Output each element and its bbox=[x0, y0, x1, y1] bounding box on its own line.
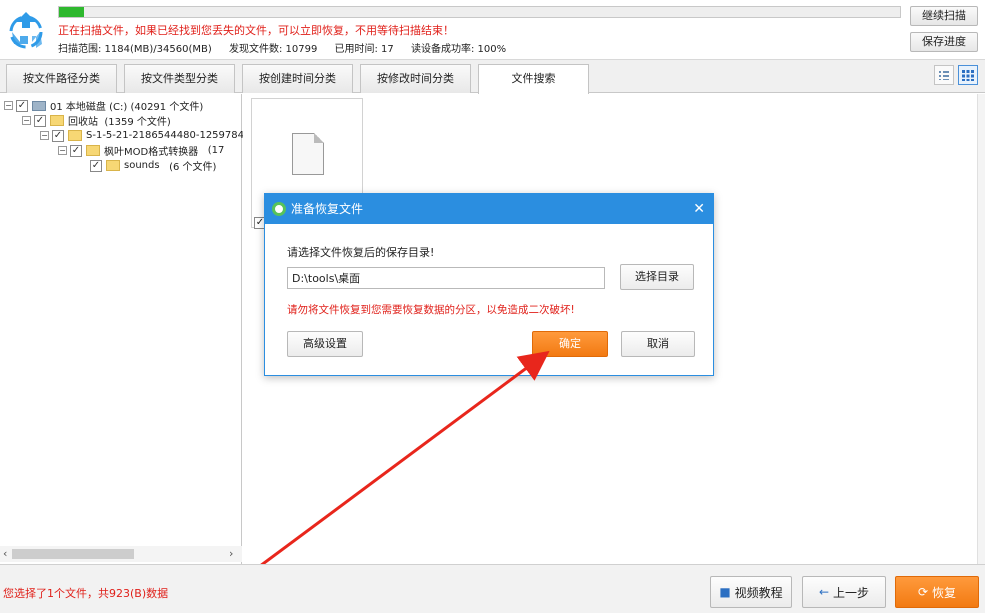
continue-scan-button[interactable]: 继续扫描 bbox=[910, 6, 978, 26]
advanced-settings-button[interactable]: 高级设置 bbox=[287, 331, 363, 357]
tab-by-path[interactable]: 按文件路径分类 bbox=[6, 64, 117, 93]
tree-item-count: (1359 个文件) bbox=[104, 117, 171, 128]
tab-by-modified-time[interactable]: 按修改时间分类 bbox=[360, 64, 471, 93]
dialog-prompt: 请选择文件恢复后的保存目录! bbox=[287, 246, 435, 259]
tree-item-recycle-bin[interactable]: − ✓ 回收站 (1359 个文件) bbox=[22, 113, 171, 128]
tree-item-label: 01 本地磁盘 (C:) bbox=[50, 102, 128, 113]
tab-file-search[interactable]: 文件搜索 bbox=[478, 64, 589, 94]
tree-item-label: 回收站 bbox=[68, 117, 98, 128]
recover-label: 恢复 bbox=[932, 585, 957, 600]
refresh-icon: ⟳ bbox=[917, 585, 929, 599]
collapse-icon[interactable]: − bbox=[22, 116, 31, 125]
tree-item-mod-converter[interactable]: − ✓ 枫叶MOD格式转换器 (17 bbox=[58, 143, 224, 158]
tab-bar: 按文件路径分类 按文件类型分类 按创建时间分类 按修改时间分类 文件搜索 bbox=[0, 60, 985, 94]
folder-icon bbox=[50, 115, 64, 126]
tree-item-count: (6 个文件) bbox=[169, 162, 217, 173]
collapse-icon[interactable]: − bbox=[4, 101, 13, 110]
scan-stats: 扫描范围: 1184(MB)/34560(MB) 发现文件数: 10799 已用… bbox=[58, 40, 520, 55]
folder-icon bbox=[68, 130, 82, 141]
tab-by-type[interactable]: 按文件类型分类 bbox=[124, 64, 235, 93]
save-progress-button[interactable]: 保存进度 bbox=[910, 32, 978, 52]
header: 正在扫描文件，如果已经找到您丢失的文件，可以立即恢复，不用等待扫描结束！ 扫描范… bbox=[0, 0, 985, 60]
scan-progress-fill bbox=[59, 7, 85, 17]
choose-directory-button[interactable]: 选择目录 bbox=[620, 264, 694, 290]
tree-item-count: (17 bbox=[207, 145, 225, 156]
folder-icon bbox=[86, 145, 100, 156]
tab-by-created-time[interactable]: 按创建时间分类 bbox=[242, 64, 353, 93]
list-view-icon[interactable] bbox=[934, 65, 954, 85]
scroll-thumb[interactable] bbox=[12, 549, 134, 559]
file-icon bbox=[292, 133, 324, 175]
save-path-input[interactable] bbox=[287, 267, 605, 289]
tree-item-label: 枫叶MOD格式转换器 bbox=[104, 147, 199, 158]
tree-item-sid-folder[interactable]: − ✓ S-1-5-21-2186544480-12597845 bbox=[40, 128, 250, 143]
found-files: 发现文件数: 10799 bbox=[228, 44, 318, 55]
tree-horizontal-scrollbar[interactable]: ‹ › bbox=[0, 546, 242, 562]
scroll-right-icon[interactable]: › bbox=[229, 547, 233, 560]
elapsed-time: 已用时间: 17 bbox=[334, 44, 394, 55]
checkbox-checked-icon[interactable]: ✓ bbox=[90, 159, 102, 172]
folder-tree: − ✓ 01 本地磁盘 (C:) (40291 个文件) − ✓ 回收站 (13… bbox=[0, 94, 250, 564]
dialog-title-bar: 准备恢复文件 ✕ bbox=[265, 194, 713, 224]
prev-step-button[interactable]: ← 上一步 bbox=[802, 576, 886, 608]
collapse-icon[interactable]: − bbox=[58, 146, 67, 155]
close-icon[interactable]: ✕ bbox=[693, 194, 705, 224]
drive-icon bbox=[32, 100, 46, 111]
folder-icon bbox=[106, 160, 120, 171]
tree-item-label: S-1-5-21-2186544480-12597845 bbox=[86, 130, 251, 141]
dialog-warning: 请勿将文件恢复到您需要恢复数据的分区，以免造成二次破坏! bbox=[287, 304, 575, 316]
checkbox-checked-icon[interactable]: ✓ bbox=[52, 129, 64, 142]
dialog-title: 准备恢复文件 bbox=[291, 202, 364, 216]
confirm-button[interactable]: 确定 bbox=[532, 331, 608, 357]
tree-item-drive-c[interactable]: − ✓ 01 本地磁盘 (C:) (40291 个文件) bbox=[4, 98, 203, 113]
grid-view-icon[interactable] bbox=[958, 65, 978, 85]
app-small-icon bbox=[272, 202, 286, 216]
checkbox-checked-icon[interactable]: ✓ bbox=[16, 99, 28, 112]
recover-dialog: 准备恢复文件 ✕ 请选择文件恢复后的保存目录! 选择目录 请勿将文件恢复到您需要… bbox=[264, 193, 714, 376]
recover-button[interactable]: ⟳ 恢复 bbox=[895, 576, 979, 608]
recycle-logo-icon bbox=[9, 12, 43, 49]
main-vertical-scrollbar[interactable] bbox=[977, 94, 985, 564]
video-tutorial-label: 视频教程 bbox=[734, 585, 783, 600]
read-success-rate: 读设备成功率: 100% bbox=[410, 44, 507, 55]
scroll-left-icon[interactable]: ‹ bbox=[3, 547, 7, 560]
scan-progress-bar bbox=[58, 6, 901, 18]
tree-item-sounds[interactable]: ✓ sounds (6 个文件) bbox=[90, 158, 216, 173]
arrow-left-icon: ← bbox=[818, 585, 830, 599]
selection-status: 您选择了1个文件，共923(B)数据 bbox=[3, 587, 169, 600]
scan-message: 正在扫描文件，如果已经找到您丢失的文件，可以立即恢复，不用等待扫描结束！ bbox=[58, 24, 454, 37]
tree-item-count: (40291 个文件) bbox=[130, 102, 204, 113]
tree-item-label: sounds bbox=[124, 160, 160, 171]
checkbox-checked-icon[interactable]: ✓ bbox=[34, 114, 46, 127]
video-camera-icon: ■ bbox=[719, 585, 731, 599]
video-tutorial-button[interactable]: ■ 视频教程 bbox=[710, 576, 792, 608]
prev-step-label: 上一步 bbox=[833, 585, 870, 600]
cancel-button[interactable]: 取消 bbox=[621, 331, 695, 357]
scan-range: 扫描范围: 1184(MB)/34560(MB) bbox=[58, 44, 212, 55]
collapse-icon[interactable]: − bbox=[40, 131, 49, 140]
footer: 您选择了1个文件，共923(B)数据 ■ 视频教程 ← 上一步 ⟳ 恢复 bbox=[0, 564, 985, 613]
checkbox-checked-icon[interactable]: ✓ bbox=[70, 144, 82, 157]
